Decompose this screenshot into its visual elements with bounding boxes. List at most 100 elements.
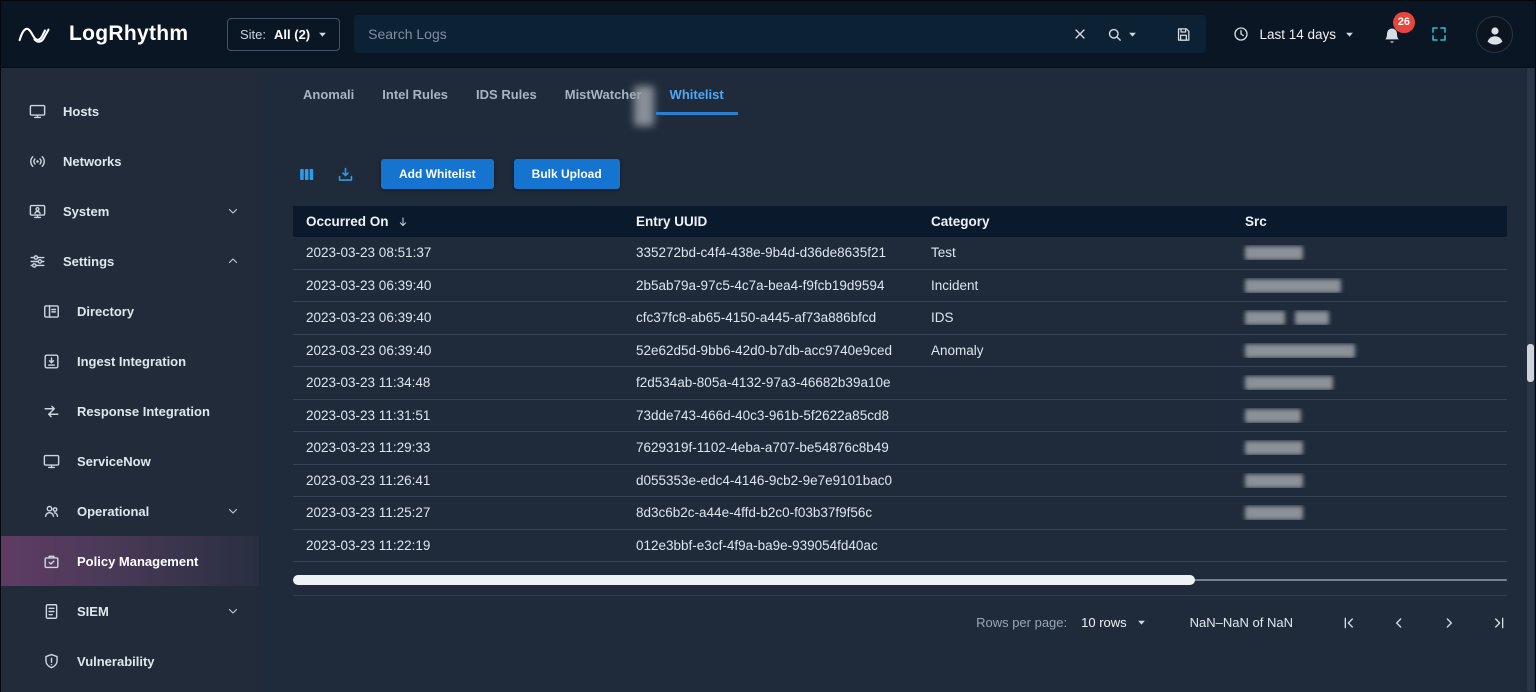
chevron-down-icon: [227, 505, 239, 517]
table-header: Occurred On Entry UUID Category Src: [293, 206, 1507, 237]
sidebar-item-label: Directory: [77, 304, 134, 319]
save-search-icon[interactable]: [1175, 26, 1192, 43]
whitelist-table: Occurred On Entry UUID Category Src 2023…: [293, 206, 1507, 562]
bulk-upload-button[interactable]: Bulk Upload: [514, 159, 620, 189]
site-value: All (2): [274, 27, 310, 42]
cell-category: Incident: [918, 278, 1232, 293]
cell-entry-uuid: 73dde743-466d-40c3-961b-5f2622a85cd8: [623, 408, 918, 423]
sidebar-item-ingest-integration[interactable]: Ingest Integration: [1, 336, 259, 386]
cell-occurred-on: 2023-03-23 06:39:40: [293, 343, 623, 358]
sidebar-item-servicenow[interactable]: ServiceNow: [1, 436, 259, 486]
tab-whitelist[interactable]: Whitelist: [656, 78, 738, 115]
cell-category: Anomaly: [918, 343, 1232, 358]
cell-src: [1232, 278, 1507, 293]
user-avatar[interactable]: [1476, 16, 1513, 53]
cell-occurred-on: 2023-03-23 11:26:41: [293, 473, 623, 488]
sidebar-item-siem[interactable]: SIEM: [1, 586, 259, 636]
table-row[interactable]: 2023-03-23 06:39:4052e62d5d-9bb6-42d0-b7…: [293, 335, 1507, 368]
tab-intel-rules[interactable]: Intel Rules: [368, 78, 462, 115]
sidebar-item-label: System: [63, 204, 109, 219]
notification-badge: 26: [1393, 12, 1415, 33]
column-header-occurred-on[interactable]: Occurred On: [293, 214, 623, 229]
tab-ids-rules[interactable]: IDS Rules: [462, 78, 551, 115]
cell-src: [1232, 375, 1507, 390]
tab-label: Whitelist: [670, 87, 724, 102]
prev-page-button[interactable]: [1391, 615, 1407, 631]
rows-per-page-select[interactable]: 10 rows: [1081, 615, 1146, 630]
next-page-button[interactable]: [1441, 615, 1457, 631]
caret-down-icon: [1137, 618, 1146, 627]
column-label: Occurred On: [306, 214, 389, 229]
vertical-scrollbar[interactable]: [1527, 68, 1534, 691]
column-header-category[interactable]: Category: [918, 214, 1232, 229]
sidebar-item-label: Settings: [63, 254, 114, 269]
column-header-entry-uuid[interactable]: Entry UUID: [623, 214, 918, 229]
table-row[interactable]: 2023-03-23 08:51:37335272bd-c4f4-438e-9b…: [293, 237, 1507, 270]
clear-search-icon[interactable]: [1072, 26, 1088, 42]
tab-label: IDS Rules: [476, 87, 537, 102]
ingest-icon: [41, 351, 61, 371]
siem-icon: [41, 601, 61, 621]
table-row[interactable]: 2023-03-23 11:29:337629319f-1102-4eba-a7…: [293, 432, 1507, 465]
sidebar-item-vulnerability[interactable]: Vulnerability: [1, 636, 259, 686]
table-row[interactable]: 2023-03-23 11:25:278d3c6b2c-a44e-4ffd-b2…: [293, 497, 1507, 530]
cell-src: [1232, 440, 1507, 455]
columns-icon[interactable]: [297, 165, 316, 184]
redacted-src-value: [1245, 376, 1333, 390]
table-row[interactable]: 2023-03-23 06:39:40cfc37fc8-ab65-4150-a4…: [293, 302, 1507, 335]
sidebar-item-hosts[interactable]: Hosts: [1, 86, 259, 136]
monitor-icon: [41, 451, 61, 471]
table-row[interactable]: 2023-03-23 11:34:48f2d534ab-805a-4132-97…: [293, 367, 1507, 400]
redacted-src-value: [1295, 311, 1329, 325]
table-toolbar: Add Whitelist Bulk Upload: [297, 159, 1535, 189]
topbar-right-cluster: Last 14 days 26: [1232, 16, 1513, 53]
caret-down-icon: [318, 30, 327, 39]
site-selector[interactable]: Site: All (2): [227, 18, 340, 51]
sidebar-item-networks[interactable]: Networks: [1, 136, 259, 186]
redacted-src-value: [1245, 344, 1355, 358]
sidebar-item-operational[interactable]: Operational: [1, 486, 259, 536]
table-row[interactable]: 2023-03-23 11:22:19012e3bbf-e3cf-4f9a-ba…: [293, 530, 1507, 563]
sidebar-item-directory[interactable]: Directory: [1, 286, 259, 336]
cell-occurred-on: 2023-03-23 06:39:40: [293, 278, 623, 293]
first-page-button[interactable]: [1341, 615, 1357, 631]
time-range-selector[interactable]: Last 14 days: [1232, 25, 1354, 43]
search-input[interactable]: [368, 26, 1054, 42]
chevron-up-icon: [227, 255, 239, 267]
download-icon[interactable]: [336, 165, 355, 184]
add-whitelist-button[interactable]: Add Whitelist: [381, 159, 494, 189]
sidebar-item-settings[interactable]: Settings: [1, 236, 259, 286]
operational-icon: [41, 501, 61, 521]
scrollbar-thumb[interactable]: [1527, 344, 1534, 382]
cell-entry-uuid: 52e62d5d-9bb6-42d0-b7db-acc9740e9ced: [623, 343, 918, 358]
sidebar-item-response-integration[interactable]: Response Integration: [1, 386, 259, 436]
cell-src: [1232, 245, 1507, 260]
sidebar-item-label: Ingest Integration: [77, 354, 186, 369]
notifications-button[interactable]: 26: [1382, 23, 1402, 46]
brand-name: LogRhythm: [69, 22, 188, 46]
cell-category: Test: [918, 245, 1232, 260]
last-page-button[interactable]: [1491, 615, 1507, 631]
column-header-src[interactable]: Src: [1232, 214, 1507, 229]
caret-down-icon: [1128, 30, 1137, 39]
scrollbar-thumb[interactable]: [293, 575, 1195, 585]
fullscreen-icon[interactable]: [1430, 25, 1448, 43]
table-row[interactable]: 2023-03-23 11:26:41d055353e-edc4-4146-9c…: [293, 465, 1507, 498]
sidebar-item-label: Response Integration: [77, 404, 210, 419]
caret-down-icon: [1345, 30, 1354, 39]
sidebar-item-policy-management[interactable]: Policy Management: [1, 536, 259, 586]
sidebar-item-system[interactable]: System: [1, 186, 259, 236]
tab-mistwatcher[interactable]: MistWatcher: [551, 78, 656, 115]
redacted-src-value: [1245, 279, 1341, 293]
tab-anomali[interactable]: Anomali: [289, 78, 368, 115]
horizontal-scrollbar[interactable]: [293, 575, 1507, 585]
table-row[interactable]: 2023-03-23 06:39:402b5ab79a-97c5-4c7a-be…: [293, 270, 1507, 303]
table-row[interactable]: 2023-03-23 11:31:5173dde743-466d-40c3-96…: [293, 400, 1507, 433]
redacted-src-value: [1245, 409, 1301, 423]
system-icon: [27, 201, 47, 221]
cell-occurred-on: 2023-03-23 06:39:40: [293, 310, 623, 325]
directory-icon: [41, 301, 61, 321]
tab-label: Anomali: [303, 87, 354, 102]
search-mode-dropdown[interactable]: [1106, 26, 1137, 43]
monitor-icon: [27, 101, 47, 121]
